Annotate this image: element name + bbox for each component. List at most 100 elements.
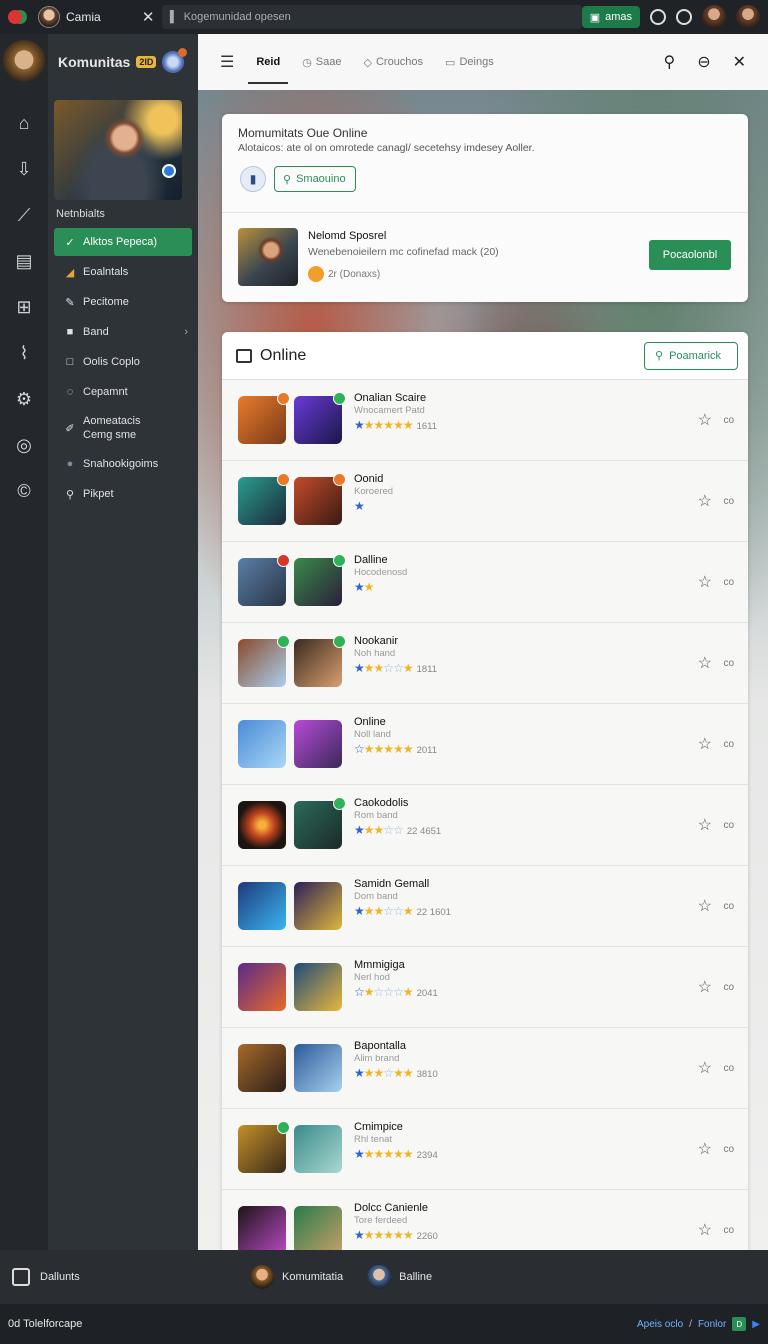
sidebar-item-band[interactable]: ■ Band › (54, 318, 192, 346)
home-icon[interactable]: ⌂ (13, 112, 35, 134)
game-icon[interactable] (294, 1125, 342, 1173)
minus-circle-icon[interactable]: ⊖ (697, 52, 710, 72)
favorite-star-icon[interactable]: ☆ (698, 572, 712, 592)
download-icon[interactable]: ⇩ (13, 158, 35, 180)
sidebar-item-pecitome[interactable]: ✎ Pecitome (54, 288, 192, 316)
status-link[interactable]: Fonlor (698, 1319, 726, 1330)
library-icon[interactable]: ▤ (13, 250, 35, 272)
row-action[interactable]: co (723, 658, 734, 669)
puzzle-icon[interactable]: ⊞ (13, 296, 35, 318)
favorite-star-icon[interactable]: ☆ (698, 977, 712, 997)
game-icon[interactable] (238, 1044, 286, 1092)
favorite-star-icon[interactable]: ☆ (698, 1058, 712, 1078)
bottom-user-2[interactable]: Balline (367, 1265, 432, 1289)
game-icon[interactable] (294, 473, 346, 525)
game-icon[interactable] (294, 1044, 342, 1092)
primary-cta-button[interactable]: Pocaolonbl (649, 240, 731, 270)
game-icon[interactable] (238, 963, 286, 1011)
sidebar-item-cepamnt[interactable]: ◌ Cepamnt (54, 378, 192, 406)
favorite-star-icon[interactable]: ☆ (698, 410, 712, 430)
green-action-button[interactable]: ▣ amas (581, 6, 640, 28)
game-icon[interactable] (238, 882, 286, 930)
tab-crouchos[interactable]: ◇ Crouchos (364, 34, 424, 90)
sidebar-item-pikpet[interactable]: ⚲ Pikpet (54, 480, 192, 508)
row-action[interactable]: co (723, 415, 734, 426)
search-input[interactable]: ▌ Kogemunidad opesen (161, 5, 582, 29)
tab-deings[interactable]: ▭ Deings (445, 34, 494, 90)
row-action[interactable]: co (723, 1225, 734, 1236)
list-item[interactable]: Samidn Gemall Dom band ★★★☆☆★ 22 1601 ☆ co (222, 866, 748, 947)
game-icon[interactable] (294, 1206, 342, 1250)
list-item[interactable]: Mmmigiga Nerl hod ☆★☆☆☆★ 2041 ☆ co (222, 947, 748, 1028)
list-item[interactable]: Onalian Scaire Wnocamert Patd ★★★★★★ 1611 ☆ c… (222, 380, 748, 461)
refresh-icon[interactable] (676, 9, 692, 25)
app-tab[interactable]: Camia (8, 6, 138, 28)
row-action[interactable]: co (723, 1063, 734, 1074)
online-search-button[interactable]: ⚲ Poamarick (644, 341, 738, 370)
game-icon[interactable] (238, 1121, 290, 1173)
bottom-user-1[interactable]: Komumitatia (250, 1265, 343, 1289)
game-icon[interactable] (294, 720, 342, 768)
list-item[interactable]: Dolcc Canienle Tore ferdeed ★★★★★★ 2260 ☆ co (222, 1190, 748, 1250)
game-icon[interactable] (294, 635, 346, 687)
search-icon[interactable]: ⚲ (663, 52, 675, 72)
favorite-star-icon[interactable]: ☆ (698, 815, 712, 835)
row-action[interactable]: co (723, 982, 734, 993)
favorite-star-icon[interactable]: ☆ (698, 653, 712, 673)
hamburger-icon[interactable]: ☰ (220, 52, 234, 72)
favorite-star-icon[interactable]: ☆ (698, 491, 712, 511)
game-icon[interactable] (294, 963, 342, 1011)
tab-reid[interactable]: Reid (248, 34, 288, 90)
row-action[interactable]: co (723, 1144, 734, 1155)
row-action[interactable]: co (723, 901, 734, 912)
list-item[interactable]: Cmimpice Rhl tenat ★★★★★★ 2394 ☆ co (222, 1109, 748, 1190)
check-circle-icon[interactable] (650, 9, 666, 25)
sidebar-item-eoalntals[interactable]: ◢ Eoalntals (54, 258, 192, 286)
tab-saae[interactable]: ◷ Saae (302, 34, 341, 90)
activity-icon[interactable]: ⌇ (13, 342, 35, 364)
game-icon[interactable] (294, 554, 346, 606)
list-item[interactable]: Bapontalla Alim brand ★★★☆★★ 3810 ☆ co (222, 1028, 748, 1109)
game-icon[interactable] (238, 554, 290, 606)
sidebar-item-oolis-coplo[interactable]: □ Oolis Coplo (54, 348, 192, 376)
sidebar-item-active[interactable]: ✓ Alktos Pepeca) (54, 228, 192, 256)
list-item[interactable]: Oonid Koroered ★ ☆ co (222, 461, 748, 542)
item-thumbnail[interactable] (238, 228, 298, 286)
favorite-star-icon[interactable]: ☆ (698, 896, 712, 916)
game-icon[interactable] (238, 720, 286, 768)
copyright-icon[interactable]: © (13, 480, 35, 502)
row-action[interactable]: co (723, 820, 734, 831)
bottom-left[interactable]: Dallunts (0, 1268, 250, 1286)
game-icon[interactable] (294, 392, 346, 444)
game-icon[interactable] (238, 392, 290, 444)
status-box-icon[interactable]: D (732, 1317, 747, 1331)
hero-image[interactable] (54, 100, 182, 200)
avatar[interactable] (702, 5, 726, 29)
gear-icon[interactable]: ⚙ (13, 388, 35, 410)
game-icon[interactable] (294, 797, 346, 849)
game-icon[interactable] (238, 473, 290, 525)
list-item[interactable]: Online Noll land ☆★★★★★ 2011 ☆ co (222, 704, 748, 785)
game-icon[interactable] (294, 882, 342, 930)
row-action[interactable]: co (723, 577, 734, 588)
notification-icon[interactable] (162, 48, 188, 73)
avatar[interactable] (736, 5, 760, 29)
favorite-star-icon[interactable]: ☆ (698, 734, 712, 754)
close-icon[interactable]: ✕ (142, 8, 162, 26)
status-link[interactable]: Apeis oclo (637, 1319, 683, 1330)
row-action[interactable]: co (723, 496, 734, 507)
target-icon[interactable]: ◎ (13, 434, 35, 456)
list-item[interactable]: Dalline Hocodenosd ★★ ☆ co (222, 542, 748, 623)
community-logo[interactable] (2, 40, 46, 84)
row-action[interactable]: co (723, 739, 734, 750)
favorite-star-icon[interactable]: ☆ (698, 1220, 712, 1240)
game-icon[interactable] (238, 801, 286, 849)
favorite-star-icon[interactable]: ☆ (698, 1139, 712, 1159)
close-icon[interactable]: ✕ (733, 52, 746, 72)
sidebar-item-snahookigoims[interactable]: ● Snahookigoims (54, 450, 192, 478)
list-item[interactable]: Caokodolis Rom band ★★★☆☆ 22 4651 ☆ co (222, 785, 748, 866)
device-icon[interactable]: ▮ (240, 166, 266, 192)
chart-icon[interactable]: ⟋ (13, 204, 35, 226)
sidebar-item-aomeatacis[interactable]: ✐ Aomeatacis Cemg sme (54, 408, 192, 448)
list-item[interactable]: Nookanir Noh hand ★★★☆☆★ 1811 ☆ co (222, 623, 748, 704)
